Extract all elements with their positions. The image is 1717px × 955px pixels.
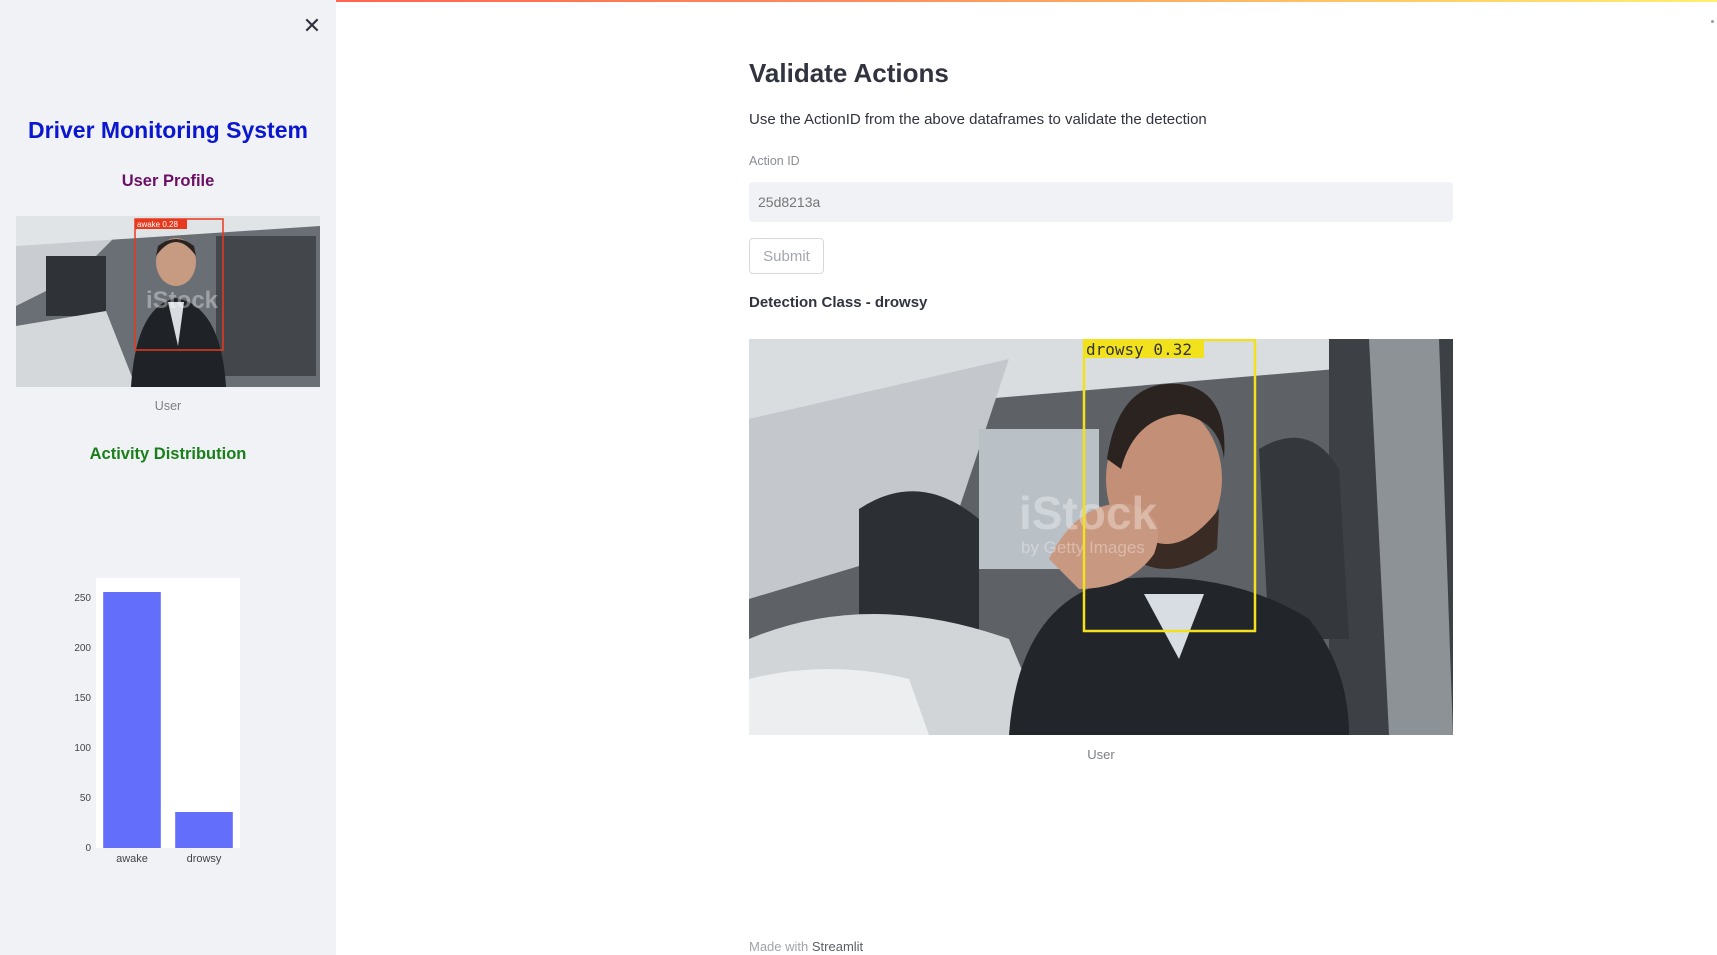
y-tick-label: 200 xyxy=(74,643,91,654)
submit-button[interactable]: Submit xyxy=(749,238,824,274)
action-id-input[interactable] xyxy=(749,182,1453,222)
y-tick-label: 50 xyxy=(80,793,92,804)
profile-caption: User xyxy=(154,399,182,413)
detection-image-caption: User xyxy=(1087,747,1115,762)
profile-watermark: iStock xyxy=(146,287,219,314)
y-tick-label: 250 xyxy=(74,593,91,604)
driver-photo-drowsy: iStock by Getty Images drowsy 0.32 xyxy=(749,339,1453,735)
activity-chart-svg: 0 50 100 150 200 250 awake drowsy xyxy=(74,578,240,865)
detection-class-label: Detection Class - drowsy xyxy=(749,294,928,311)
driver-photo-awake: iStock awake 0.28 xyxy=(16,216,320,387)
user-profile-image: iStock awake 0.28 xyxy=(16,216,320,387)
activity-bar-chart: 0 50 100 150 200 250 awake drowsy xyxy=(70,578,250,868)
y-tick-label: 0 xyxy=(85,843,91,854)
sidebar: ✕ Driver Monitoring System User Profile … xyxy=(0,0,336,955)
menu-dot-icon[interactable] xyxy=(1711,20,1714,23)
bar-awake[interactable] xyxy=(103,592,161,848)
page-description: Use the ActionID from the above datafram… xyxy=(749,111,1207,128)
detection-watermark: iStock xyxy=(1019,487,1157,539)
y-tick-label: 100 xyxy=(74,743,91,754)
action-id-label: Action ID xyxy=(749,154,800,168)
close-icon[interactable]: ✕ xyxy=(302,15,322,37)
user-profile-heading: User Profile xyxy=(121,172,215,190)
footer-made-with: Made with xyxy=(749,939,809,954)
x-tick-label: drowsy xyxy=(187,853,222,865)
activity-distribution-heading: Activity Distribution xyxy=(89,445,247,463)
profile-detection-label: awake 0.28 xyxy=(137,220,178,229)
app-title: Driver Monitoring System xyxy=(28,117,308,143)
streamlit-link[interactable]: Streamlit xyxy=(812,939,863,954)
detection-box-label: drowsy 0.32 xyxy=(1086,340,1192,359)
footer: Made with Streamlit xyxy=(749,939,863,954)
x-tick-label: awake xyxy=(116,853,148,865)
y-tick-label: 150 xyxy=(74,693,91,704)
page-title: Validate Actions xyxy=(749,58,949,88)
bar-drowsy[interactable] xyxy=(175,812,233,848)
detection-image: iStock by Getty Images drowsy 0.32 xyxy=(749,339,1453,735)
